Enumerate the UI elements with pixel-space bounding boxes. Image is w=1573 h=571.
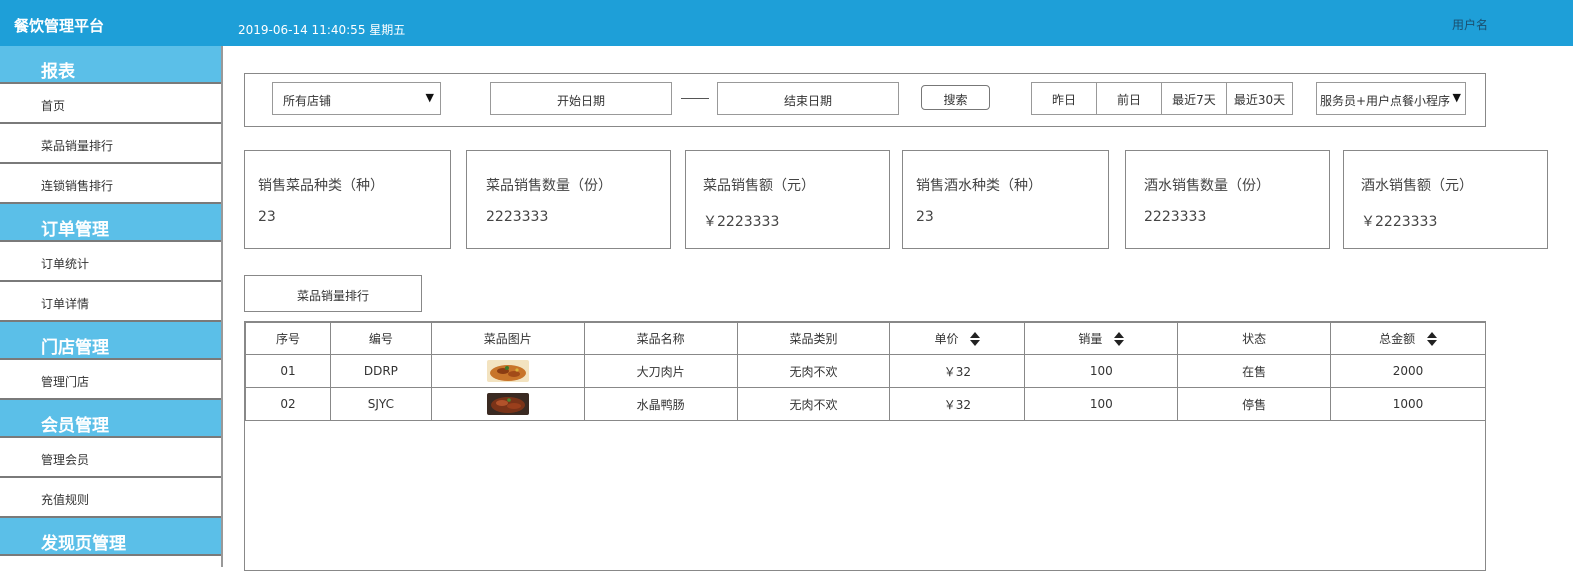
sidebar-item-dish-sales-ranking[interactable]: 菜品销量排行 — [0, 124, 221, 164]
sidebar-item-chain-sales-ranking[interactable]: 连锁销售排行 — [0, 164, 221, 204]
stat-card-dish-quantity: 菜品销售数量（份） 2223333 — [466, 150, 671, 249]
stat-card-dish-types: 销售菜品种类（种） 23 — [244, 150, 451, 249]
sidebar-section-discover[interactable]: 发现页管理 — [0, 518, 221, 556]
dish-photo-icon — [486, 360, 529, 382]
table-header-row: 序号 编号 菜品图片 菜品名称 菜品类别 单价 销量 状态 总金额 — [245, 322, 1486, 355]
sales-table: 序号 编号 菜品图片 菜品名称 菜品类别 单价 销量 状态 总金额 01 DDR… — [245, 322, 1486, 421]
cell-code: SJYC — [329, 387, 432, 421]
sidebar: 报表 首页 菜品销量排行 连锁销售排行 订单管理 订单统计 订单详情 门店管理 … — [0, 46, 223, 567]
channel-select[interactable]: 服务员+用户点餐小程序 ▼ — [1316, 82, 1466, 115]
end-date-input[interactable]: 结束日期 — [717, 82, 899, 115]
store-select[interactable]: 所有店铺 ▼ — [272, 82, 441, 115]
column-header-price-label: 单价 — [934, 332, 959, 346]
stat-label: 销售酒水种类（种） — [916, 178, 1042, 194]
stat-value: 2223333 — [1144, 209, 1207, 225]
cell-sales: 100 — [1024, 387, 1179, 421]
dropdown-arrow-icon: ▼ — [425, 91, 434, 104]
start-date-input[interactable]: 开始日期 — [490, 82, 672, 115]
stat-card-drink-quantity: 酒水销售数量（份） 2223333 — [1125, 150, 1330, 249]
cell-category: 无肉不欢 — [736, 354, 891, 388]
sort-icon[interactable] — [1114, 331, 1125, 346]
sidebar-item-order-stats[interactable]: 订单统计 — [0, 242, 221, 282]
stat-label: 酒水销售额（元） — [1361, 178, 1473, 194]
column-header-sales[interactable]: 销量 — [1024, 322, 1179, 355]
column-header-category: 菜品类别 — [736, 322, 891, 355]
table-row[interactable]: 01 DDRP 大刀肉片 无肉不欢 ￥32 100 在售 2000 — [245, 354, 1486, 388]
quick-range-7-days[interactable]: 最近7天 — [1162, 83, 1227, 114]
quick-range-group: 昨日 前日 最近7天 最近30天 — [1031, 82, 1293, 115]
search-button[interactable]: 搜索 — [921, 85, 990, 110]
app-title: 餐饮管理平台 — [14, 17, 105, 35]
stat-label: 菜品销售额（元） — [703, 178, 815, 194]
sales-table-container: 序号 编号 菜品图片 菜品名称 菜品类别 单价 销量 状态 总金额 01 DDR… — [244, 321, 1486, 571]
column-header-index: 序号 — [245, 322, 331, 355]
stat-card-drink-types: 销售酒水种类（种） 23 — [902, 150, 1109, 249]
cell-name: 大刀肉片 — [583, 354, 738, 388]
date-range-separator — [681, 98, 709, 99]
column-header-image: 菜品图片 — [430, 322, 585, 355]
sidebar-section-orders[interactable]: 订单管理 — [0, 204, 221, 242]
column-header-total[interactable]: 总金额 — [1330, 322, 1486, 355]
cell-name: 水晶鸭肠 — [583, 387, 738, 421]
sidebar-section-members[interactable]: 会员管理 — [0, 400, 221, 438]
stat-value: 23 — [258, 209, 276, 225]
quick-range-day-before[interactable]: 前日 — [1097, 83, 1162, 114]
channel-select-value: 服务员+用户点餐小程序 — [1320, 94, 1451, 108]
sidebar-item-recharge-rules[interactable]: 充值规则 — [0, 478, 221, 518]
stat-value: 2223333 — [486, 209, 549, 225]
column-header-price[interactable]: 单价 — [889, 322, 1026, 355]
sidebar-section-stores[interactable]: 门店管理 — [0, 322, 221, 360]
stat-value: ￥2223333 — [1361, 214, 1438, 230]
cell-status: 在售 — [1177, 354, 1332, 388]
stat-label: 酒水销售数量（份） — [1144, 178, 1270, 194]
username-link[interactable]: 用户名 — [1452, 16, 1488, 33]
cell-index: 01 — [245, 354, 331, 388]
quick-range-yesterday[interactable]: 昨日 — [1032, 83, 1097, 114]
sidebar-item-manage-members[interactable]: 管理会员 — [0, 438, 221, 478]
cell-image — [430, 354, 585, 388]
cell-price: ￥32 — [889, 354, 1026, 388]
table-row[interactable]: 02 SJYC 水晶鸭肠 无肉不欢 ￥32 100 停售 1000 — [245, 387, 1486, 421]
main-content: 所有店铺 ▼ 开始日期 结束日期 搜索 昨日 前日 最近7天 最近30天 服务员… — [225, 46, 1573, 571]
sidebar-item-home[interactable]: 首页 — [0, 84, 221, 124]
filter-bar: 所有店铺 ▼ 开始日期 结束日期 搜索 昨日 前日 最近7天 最近30天 服务员… — [244, 73, 1486, 127]
stat-card-drink-revenue: 酒水销售额（元） ￥2223333 — [1343, 150, 1548, 249]
stat-label: 销售菜品种类（种） — [258, 178, 384, 194]
cell-total: 1000 — [1330, 387, 1486, 421]
stat-value: 23 — [916, 209, 934, 225]
column-header-sales-label: 销量 — [1078, 332, 1103, 346]
tab-dish-sales-ranking[interactable]: 菜品销量排行 — [244, 275, 422, 312]
cell-price: ￥32 — [889, 387, 1026, 421]
sidebar-item-manage-stores[interactable]: 管理门店 — [0, 360, 221, 400]
column-header-code: 编号 — [329, 322, 432, 355]
top-bar: 餐饮管理平台 2019-06-14 11:40:55 星期五 用户名 — [0, 0, 1573, 46]
stat-value: ￥2223333 — [703, 214, 780, 230]
dropdown-arrow-icon: ▼ — [1452, 91, 1461, 104]
cell-code: DDRP — [329, 354, 432, 388]
sort-icon[interactable] — [1426, 331, 1437, 346]
cell-image — [430, 387, 585, 421]
column-header-total-label: 总金额 — [1379, 332, 1416, 346]
cell-sales: 100 — [1024, 354, 1179, 388]
sidebar-section-reports[interactable]: 报表 — [0, 46, 221, 84]
cell-category: 无肉不欢 — [736, 387, 891, 421]
quick-range-30-days[interactable]: 最近30天 — [1227, 83, 1292, 114]
column-header-status: 状态 — [1177, 322, 1332, 355]
current-datetime: 2019-06-14 11:40:55 星期五 — [238, 23, 406, 37]
cell-status: 停售 — [1177, 387, 1332, 421]
sort-icon[interactable] — [970, 331, 981, 346]
cell-index: 02 — [245, 387, 331, 421]
store-select-value: 所有店铺 — [283, 94, 332, 108]
sidebar-item-order-details[interactable]: 订单详情 — [0, 282, 221, 322]
cell-total: 2000 — [1330, 354, 1486, 388]
stat-card-dish-revenue: 菜品销售额（元） ￥2223333 — [685, 150, 890, 249]
stat-label: 菜品销售数量（份） — [486, 178, 612, 194]
dish-photo-icon — [486, 393, 529, 415]
column-header-name: 菜品名称 — [583, 322, 738, 355]
